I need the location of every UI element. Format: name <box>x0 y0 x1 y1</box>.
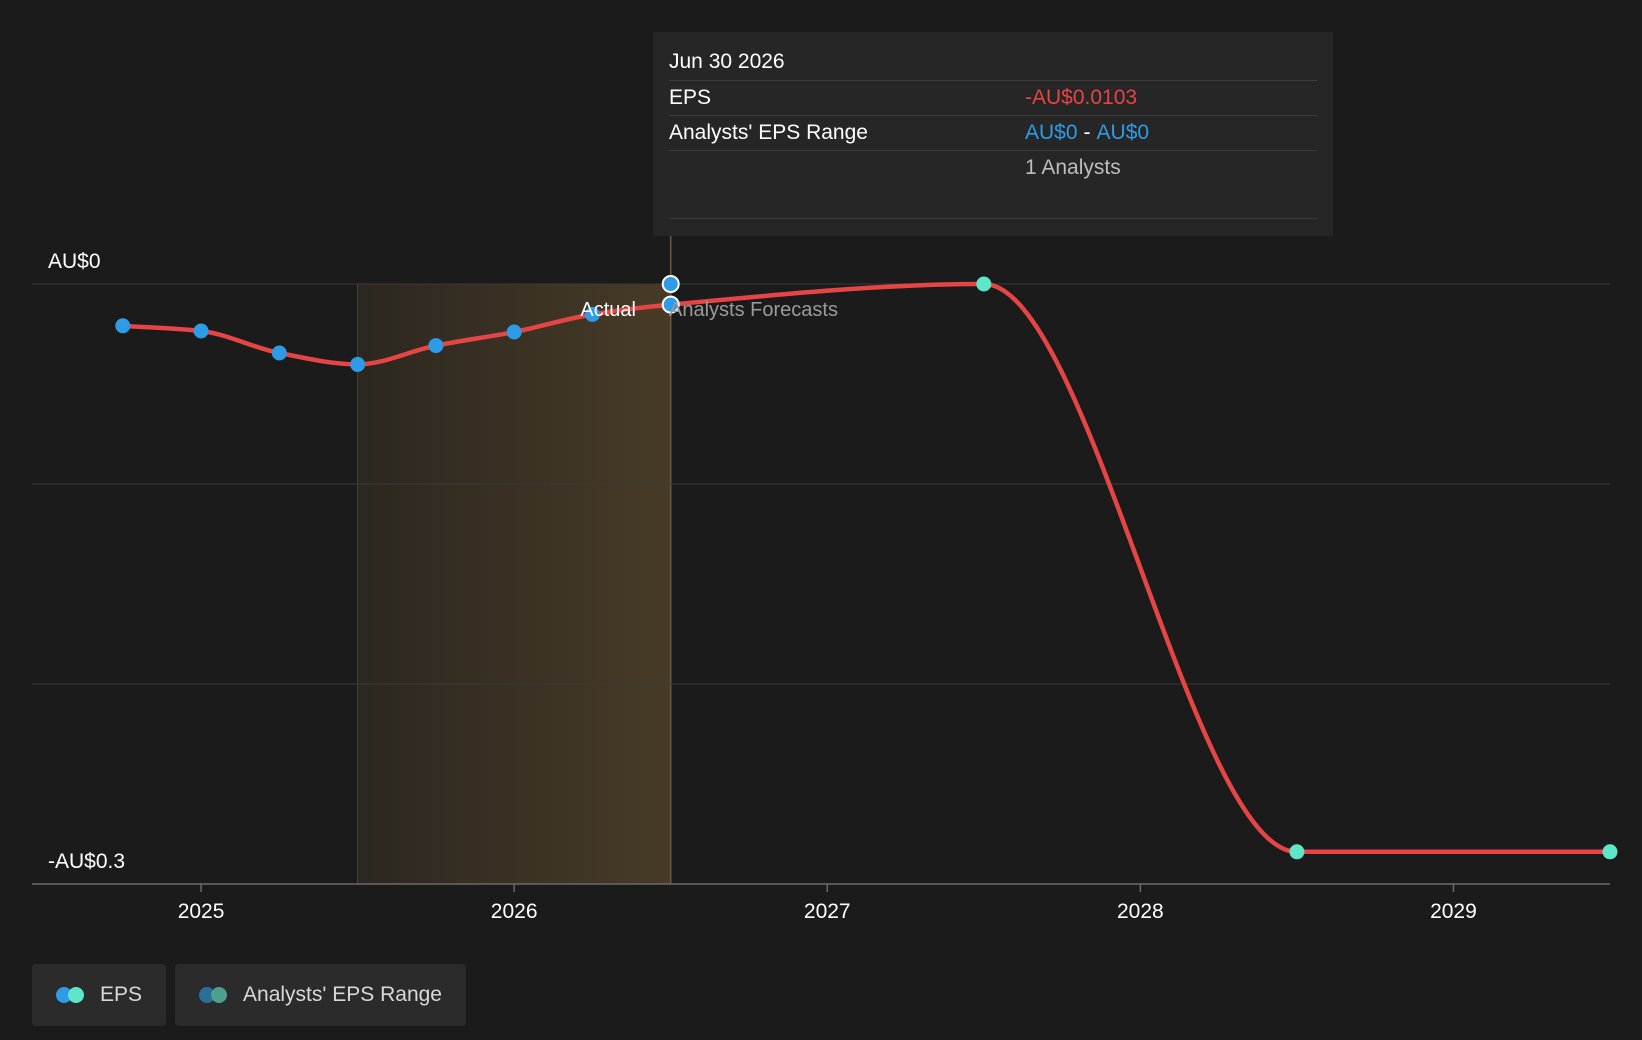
tooltip-range-label: Analysts' EPS Range <box>669 121 868 144</box>
x-tick-label: 2027 <box>804 900 851 923</box>
tooltip-range-row: Analysts' EPS Range AU$0 - AU$0 <box>669 116 1317 151</box>
eps-actual-point <box>193 323 209 339</box>
tooltip-divider <box>669 218 1317 219</box>
range-legend-icon <box>199 987 229 1003</box>
x-tick-label: 2026 <box>491 900 538 923</box>
tooltip-range-separator: - <box>1083 121 1091 144</box>
y-tick-label-top: AU$0 <box>48 250 101 273</box>
eps-actual-point <box>506 324 522 340</box>
tooltip-eps-label: EPS <box>669 86 712 109</box>
range-point-highlighted <box>661 275 680 293</box>
legend-item-analysts-range[interactable]: Analysts' EPS Range <box>175 964 466 1026</box>
eps-actual-point <box>271 345 287 361</box>
tooltip-date: Jun 30 2026 <box>669 46 1317 81</box>
legend-range-label: Analysts' EPS Range <box>243 983 442 1006</box>
eps-actual-point <box>115 318 131 334</box>
hover-tooltip: Jun 30 2026 EPS -AU$0.0103 Analysts' EPS… <box>653 32 1333 236</box>
x-tick-label: 2029 <box>1430 900 1477 923</box>
eps-legend-icon <box>56 987 86 1003</box>
eps-line <box>120 281 1613 855</box>
forecast-marker-label: Analysts Forecasts <box>669 299 838 321</box>
x-tick-label: 2028 <box>1117 900 1164 923</box>
legend-eps-label: EPS <box>100 983 143 1006</box>
tooltip-analysts-row: 1 Analysts <box>669 151 1317 185</box>
eps-forecast-point <box>976 276 992 292</box>
x-tick-label: 2025 <box>178 900 225 923</box>
tooltip-range-low: AU$0 <box>1025 121 1078 144</box>
tooltip-analysts-count: 1 Analysts <box>1025 156 1121 179</box>
eps-forecast-point <box>1602 844 1618 860</box>
eps-forecast-point <box>1289 844 1305 860</box>
y-tick-label-bottom: -AU$0.3 <box>48 850 125 873</box>
tooltip-eps-value: -AU$0.0103 <box>1025 86 1138 109</box>
tooltip-range-high: AU$0 <box>1096 121 1150 144</box>
highlight-band <box>357 284 671 884</box>
actual-marker-label: Actual <box>580 299 636 321</box>
legend-item-eps[interactable]: EPS <box>32 964 167 1026</box>
chart-legend: EPS Analysts' EPS Range <box>32 964 466 1026</box>
eps-actual-point <box>350 356 366 372</box>
eps-actual-point <box>428 338 444 354</box>
tooltip-eps-row: EPS -AU$0.0103 <box>669 81 1317 116</box>
tooltip-analysts-spacer <box>669 151 1025 185</box>
